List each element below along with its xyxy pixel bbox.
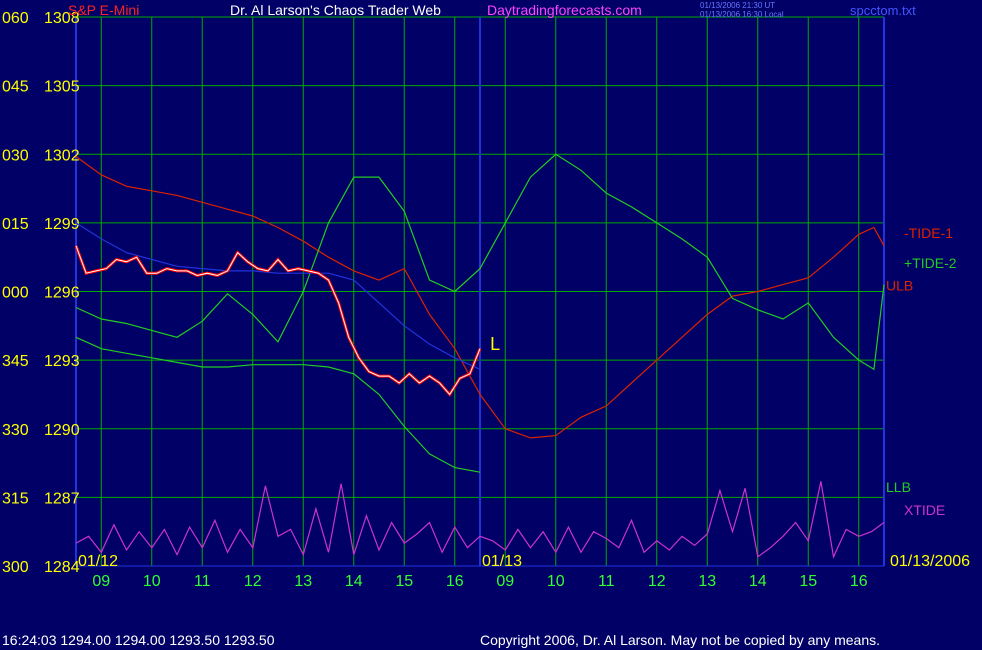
site-link[interactable]: Daytradingforecasts.com (487, 2, 642, 18)
y-tick-degree: 015 (2, 216, 29, 233)
x-tick-label: 10 (143, 573, 161, 590)
data-filename: spcctom.txt (850, 3, 916, 18)
series-line-llb (75, 336, 481, 473)
x-tick-label: 12 (244, 573, 262, 590)
x-tick-label: 16 (850, 573, 868, 590)
date-label-end: 01/13/2006 (890, 553, 970, 570)
x-tick-label: 09 (92, 573, 110, 590)
x-tick-label: 15 (799, 573, 817, 590)
y-tick-price: 1290 (44, 422, 80, 439)
series-line-price-average (75, 245, 481, 396)
series-label: ULB (886, 278, 913, 294)
series-line-s-p-e-mini (74, 245, 482, 397)
x-tick-label: 14 (749, 573, 767, 590)
x-tick-label: 15 (395, 573, 413, 590)
y-tick-price: 1302 (44, 147, 80, 164)
x-tick-label: 13 (294, 573, 312, 590)
x-tick-label: 13 (698, 573, 716, 590)
y-tick-degree: 300 (2, 559, 29, 576)
instrument-label: S&P E-Mini (68, 2, 140, 18)
timestamp-local: 01/13/2006 16:30 Local (700, 10, 784, 19)
y-tick-degree: 045 (2, 79, 29, 96)
x-tick-label: 11 (194, 573, 211, 590)
y-tick-price: 1287 (44, 490, 80, 507)
y-tick-price: 1293 (44, 353, 80, 370)
x-tick-label: 09 (496, 573, 514, 590)
y-tick-degree: 000 (2, 285, 29, 302)
timestamp-ut: 01/13/2006 21:30 UT (700, 1, 776, 10)
x-tick-label: 16 (446, 573, 464, 590)
date-label-start: 01/12 (78, 553, 118, 570)
price-chart: 060 1308045 1305030 1302015 1299000 1296345 12… (2, 10, 970, 590)
quote-readout: 16:24:03 1294.00 1294.00 1293.50 1293.50 (2, 632, 275, 648)
x-tick-label: 12 (648, 573, 666, 590)
y-tick-price: 1299 (44, 216, 80, 233)
y-tick-degree: 315 (2, 490, 29, 507)
y-tick-price: 1305 (44, 79, 80, 96)
x-tick-label: 14 (345, 573, 363, 590)
series-label: XTIDE (904, 502, 945, 518)
copyright-notice: Copyright 2006, Dr. Al Larson. May not b… (480, 632, 881, 648)
y-tick-degree: 330 (2, 422, 29, 439)
y-tick-degree: 030 (2, 147, 29, 164)
x-tick-label: 10 (547, 573, 565, 590)
y-tick-price: 1284 (44, 559, 80, 576)
series-label: LLB (886, 479, 911, 495)
annotation-label: L (490, 334, 500, 354)
y-tick-degree: 345 (2, 353, 29, 370)
date-label-mid: 01/13 (482, 553, 522, 570)
y-tick-price: 1296 (44, 285, 80, 302)
series-label: -TIDE-1 (904, 225, 953, 241)
x-tick-label: 11 (598, 573, 615, 590)
series-label: +TIDE-2 (904, 255, 957, 271)
y-tick-degree: 060 (2, 10, 29, 27)
chart-title: Dr. Al Larson's Chaos Trader Web (230, 2, 441, 18)
